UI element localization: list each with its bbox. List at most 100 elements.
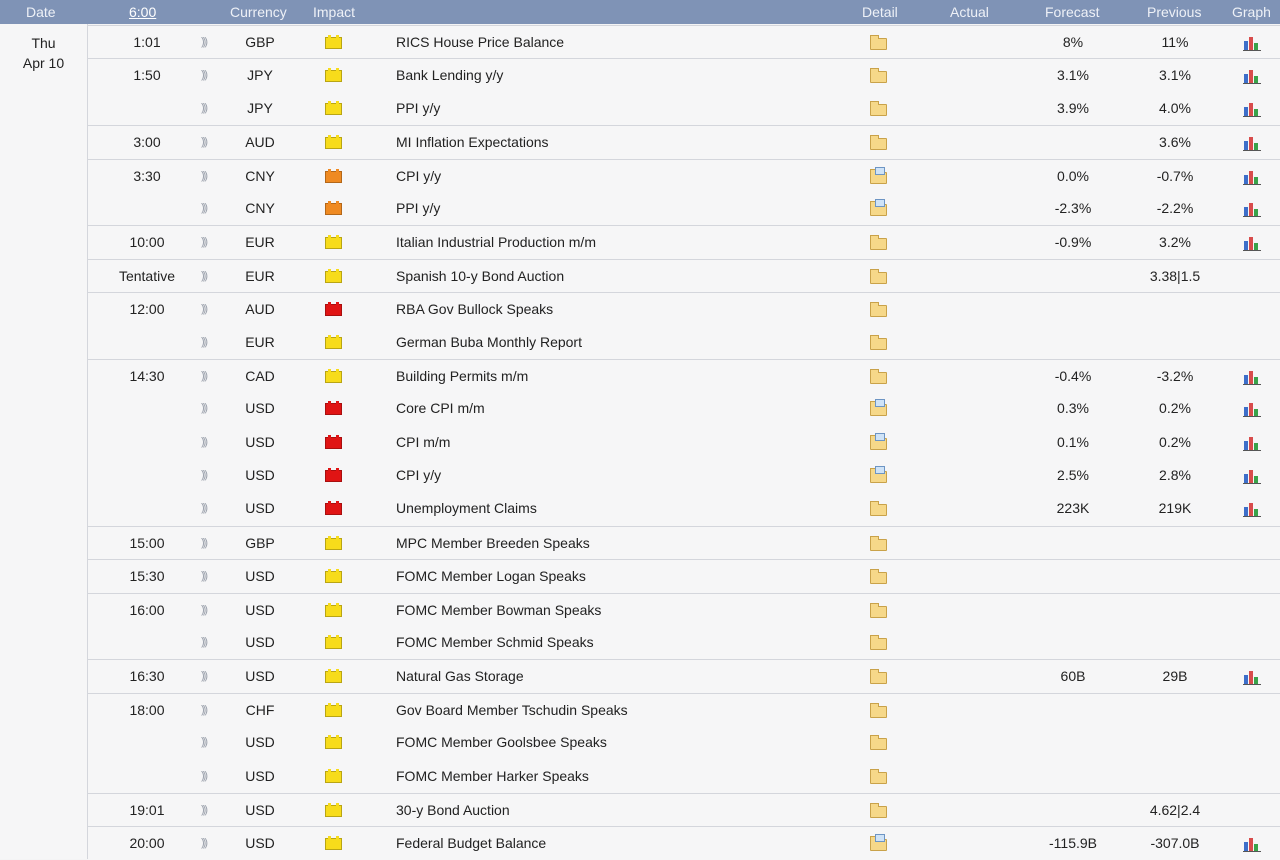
bar-chart-icon[interactable] [1243,836,1261,853]
folder-icon[interactable] [870,135,887,151]
sound-icon[interactable]: ))) [201,560,215,593]
bar-chart-icon[interactable] [1243,669,1261,686]
folder-document-icon[interactable] [870,466,887,484]
table-row[interactable]: 3:00))) AUD MI Inflation Expectations 3.6% [88,125,1280,159]
event-name[interactable]: FOMC Member Goolsbee Speaks [396,726,607,759]
sound-icon[interactable]: ))) [201,59,215,92]
table-row[interactable]: ))) USD CPI y/y 2.5% 2.8% [88,459,1280,493]
folder-document-icon[interactable] [870,432,887,450]
table-row[interactable]: ))) USD Core CPI m/m 0.3% 0.2% [88,392,1280,426]
sound-icon[interactable]: ))) [201,660,215,693]
table-row[interactable]: 15:30))) USD FOMC Member Logan Speaks [88,559,1280,593]
sound-icon[interactable]: ))) [201,126,215,159]
table-row[interactable]: ))) USD FOMC Member Harker Speaks [88,759,1280,793]
folder-document-icon[interactable] [870,166,887,184]
event-name[interactable]: FOMC Member Schmid Speaks [396,626,594,659]
folder-icon[interactable] [870,35,887,50]
table-row[interactable]: 16:30))) USD Natural Gas Storage 60B 29B [88,659,1280,693]
event-name[interactable]: FOMC Member Logan Speaks [396,560,586,593]
header-time-link[interactable]: 6:00 [129,4,156,20]
folder-document-icon[interactable] [870,198,887,216]
table-row[interactable]: 18:00))) CHF Gov Board Member Tschudin Spe… [88,692,1280,727]
folder-document-icon[interactable] [870,399,887,417]
event-name[interactable]: Italian Industrial Production m/m [396,226,596,259]
event-name[interactable]: RICS House Price Balance [396,26,564,59]
sound-icon[interactable]: ))) [201,192,215,225]
folder-icon[interactable] [870,602,887,618]
table-row[interactable]: ))) CNY PPI y/y -2.3% -2.2% [88,191,1280,226]
table-row[interactable]: 10:00))) EUR Italian Industrial Production… [88,225,1280,259]
table-row[interactable]: 15:00))) GBP MPC Member Breeden Speaks [88,525,1280,560]
sound-icon[interactable]: ))) [201,760,215,793]
folder-icon[interactable] [870,735,887,751]
event-name[interactable]: RBA Gov Bullock Speaks [396,293,553,326]
sound-icon[interactable]: ))) [201,92,215,125]
sound-icon[interactable]: ))) [201,527,215,560]
sound-icon[interactable]: ))) [201,726,215,759]
folder-icon[interactable] [870,68,887,84]
folder-icon[interactable] [870,100,887,116]
sound-icon[interactable]: ))) [201,160,215,193]
table-row[interactable]: 12:00))) AUD RBA Gov Bullock Speaks [88,292,1280,326]
event-name[interactable]: PPI y/y [396,192,440,225]
bar-chart-icon[interactable] [1243,35,1261,51]
folder-icon[interactable] [870,302,887,318]
sound-icon[interactable]: ))) [201,694,215,727]
sound-icon[interactable]: ))) [201,226,215,259]
event-name[interactable]: Building Permits m/m [396,360,528,393]
sound-icon[interactable]: ))) [201,459,215,492]
folder-icon[interactable] [870,635,887,651]
folder-icon[interactable] [870,768,887,784]
folder-icon[interactable] [870,501,887,517]
bar-chart-icon[interactable] [1243,369,1261,385]
event-name[interactable]: Spanish 10-y Bond Auction [396,260,564,293]
event-name[interactable]: Unemployment Claims [396,492,537,525]
event-name[interactable]: Natural Gas Storage [396,660,524,693]
bar-chart-icon[interactable] [1243,501,1261,518]
folder-icon[interactable] [870,268,887,284]
event-name[interactable]: Gov Board Member Tschudin Speaks [396,694,628,727]
bar-chart-icon[interactable] [1243,135,1261,152]
sound-icon[interactable]: ))) [201,594,215,627]
folder-icon[interactable] [870,702,887,718]
sound-icon[interactable]: ))) [201,360,215,393]
table-row[interactable]: ))) USD CPI m/m 0.1% 0.2% [88,425,1280,460]
folder-icon[interactable] [870,535,887,551]
event-name[interactable]: CPI y/y [396,459,441,492]
event-name[interactable]: PPI y/y [396,92,440,125]
table-row[interactable]: ))) USD Unemployment Claims 223K 219K [88,492,1280,526]
table-row[interactable]: ))) USD FOMC Member Schmid Speaks [88,626,1280,660]
event-name[interactable]: Core CPI m/m [396,392,485,425]
event-name[interactable]: MPC Member Breeden Speaks [396,527,590,560]
sound-icon[interactable]: ))) [201,426,215,459]
event-name[interactable]: MI Inflation Expectations [396,126,549,159]
bar-chart-icon[interactable] [1243,401,1261,418]
event-name[interactable]: CPI m/m [396,426,450,459]
sound-icon[interactable]: ))) [201,492,215,525]
table-row[interactable]: 16:00))) USD FOMC Member Bowman Speaks [88,592,1280,627]
folder-icon[interactable] [870,334,887,350]
table-row[interactable]: Tentative))) EUR Spanish 10-y Bond Auction… [88,258,1280,293]
event-name[interactable]: 30-y Bond Auction [396,794,510,827]
event-name[interactable]: CPI y/y [396,160,441,193]
bar-chart-icon[interactable] [1243,169,1261,185]
folder-icon[interactable] [870,368,887,384]
event-name[interactable]: Federal Budget Balance [396,827,546,860]
sound-icon[interactable]: ))) [201,827,215,860]
sound-icon[interactable]: ))) [201,794,215,827]
bar-chart-icon[interactable] [1243,68,1261,85]
table-row[interactable]: ))) JPY PPI y/y 3.9% 4.0% [88,91,1280,126]
sound-icon[interactable]: ))) [201,626,215,659]
table-row[interactable]: 1:50))) JPY Bank Lending y/y 3.1% 3.1% [88,58,1280,92]
event-name[interactable]: Bank Lending y/y [396,59,503,92]
folder-document-icon[interactable] [870,834,887,852]
table-row[interactable]: 19:01))) USD 30-y Bond Auction 4.62|2.4 [88,792,1280,827]
sound-icon[interactable]: ))) [201,392,215,425]
event-name[interactable]: German Buba Monthly Report [396,326,582,359]
table-row[interactable]: 20:00))) USD Federal Budget Balance -115.9B… [88,826,1280,860]
folder-icon[interactable] [870,235,887,251]
sound-icon[interactable]: ))) [201,260,215,293]
folder-icon[interactable] [870,569,887,585]
sound-icon[interactable]: ))) [201,326,215,359]
sound-icon[interactable]: ))) [201,293,215,326]
